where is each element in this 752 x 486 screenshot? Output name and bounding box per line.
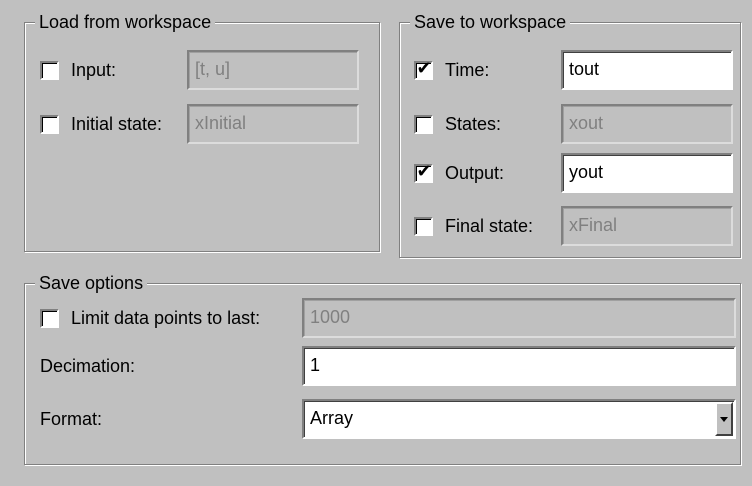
input-label: Input: bbox=[71, 59, 117, 80]
limit-label: Limit data points to last: bbox=[71, 307, 261, 328]
save-to-workspace-title: Save to workspace bbox=[410, 10, 571, 34]
format-dropdown-button[interactable] bbox=[715, 402, 733, 436]
format-label: Format: bbox=[40, 409, 103, 429]
save-options-title: Save options bbox=[35, 271, 148, 295]
time-checkbox-row[interactable]: ✔ Time: bbox=[414, 50, 489, 90]
format-select[interactable]: Array bbox=[302, 399, 736, 439]
output-label: Output: bbox=[445, 162, 505, 183]
format-selected-value: Array bbox=[310, 408, 354, 428]
states-label: States: bbox=[445, 113, 502, 134]
initial-state-checkbox[interactable] bbox=[40, 114, 59, 134]
final-state-field[interactable]: xFinal bbox=[561, 206, 733, 246]
check-mark-icon: ✔ bbox=[416, 160, 432, 182]
input-checkbox-row[interactable]: Input: bbox=[40, 50, 116, 90]
output-checkbox-row[interactable]: ✔ Output: bbox=[414, 153, 504, 193]
check-mark-icon: ✔ bbox=[416, 57, 432, 79]
final-state-label: Final state: bbox=[445, 215, 534, 236]
states-checkbox-row[interactable]: States: bbox=[414, 104, 501, 144]
initial-state-checkbox-row[interactable]: Initial state: bbox=[40, 104, 162, 144]
time-label: Time: bbox=[445, 59, 490, 80]
final-state-checkbox[interactable] bbox=[414, 216, 433, 236]
decimation-field[interactable]: 1 bbox=[302, 346, 736, 386]
limit-checkbox-row[interactable]: Limit data points to last: bbox=[40, 298, 260, 338]
decimation-label: Decimation: bbox=[40, 356, 136, 376]
input-field[interactable]: [t, u] bbox=[187, 50, 359, 90]
initial-state-field[interactable]: xInitial bbox=[187, 104, 359, 144]
input-checkbox[interactable] bbox=[40, 60, 59, 80]
states-field[interactable]: xout bbox=[561, 104, 733, 144]
limit-field[interactable]: 1000 bbox=[302, 298, 736, 338]
output-checkbox[interactable]: ✔ bbox=[414, 160, 433, 183]
load-from-workspace-title: Load from workspace bbox=[35, 10, 216, 34]
time-field[interactable]: tout bbox=[561, 50, 733, 90]
final-state-checkbox-row[interactable]: Final state: bbox=[414, 206, 533, 246]
states-checkbox[interactable] bbox=[414, 114, 433, 134]
limit-checkbox[interactable] bbox=[40, 308, 59, 328]
initial-state-label: Initial state: bbox=[71, 113, 163, 134]
time-checkbox[interactable]: ✔ bbox=[414, 57, 433, 80]
chevron-down-icon bbox=[720, 416, 728, 422]
output-field[interactable]: yout bbox=[561, 153, 733, 193]
